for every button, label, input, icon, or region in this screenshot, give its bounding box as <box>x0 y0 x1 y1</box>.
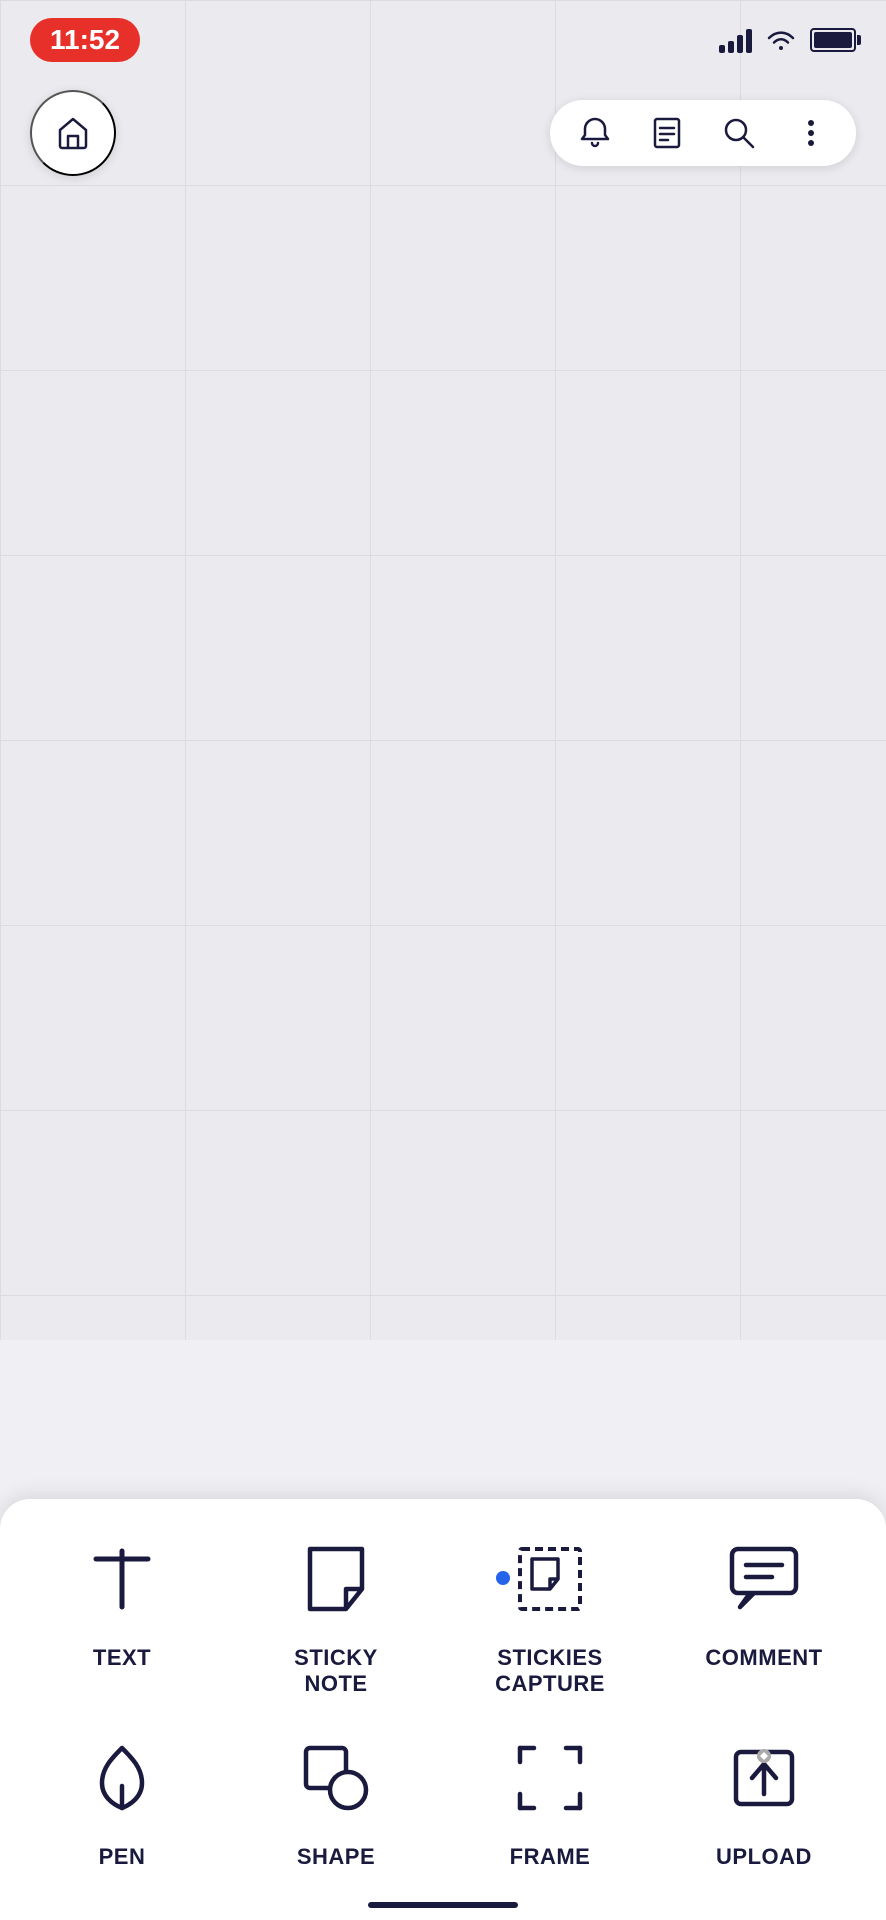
text-icon <box>72 1529 172 1629</box>
signal-icon <box>719 27 752 53</box>
comment-tool[interactable]: COMMENT <box>662 1529 866 1698</box>
notes-button[interactable] <box>646 112 688 154</box>
bottom-toolbar: TEXT STICKYNOTE <box>0 1499 886 1920</box>
stickies-capture-label: STICKIESCAPTURE <box>495 1645 605 1698</box>
shape-icon <box>286 1728 386 1828</box>
pen-icon <box>72 1728 172 1828</box>
upload-label: UPLOAD <box>716 1844 812 1870</box>
stickies-capture-tool[interactable]: STICKIESCAPTURE <box>448 1529 652 1698</box>
home-indicator <box>368 1902 518 1908</box>
text-label: TEXT <box>93 1645 151 1671</box>
battery-icon <box>810 28 856 52</box>
stickies-capture-icon <box>500 1529 600 1629</box>
bell-button[interactable] <box>574 112 616 154</box>
pen-tool[interactable]: PEN <box>20 1728 224 1870</box>
notes-icon <box>649 115 685 151</box>
frame-label: FRAME <box>510 1844 591 1870</box>
pen-label: PEN <box>99 1844 146 1870</box>
blue-dot <box>496 1571 510 1585</box>
time-display: 11:52 <box>30 18 140 62</box>
comment-label: COMMENT <box>705 1645 822 1671</box>
upload-tool[interactable]: UPLOAD <box>662 1728 866 1870</box>
bell-icon <box>577 115 613 151</box>
comment-icon <box>714 1529 814 1629</box>
more-icon <box>793 115 829 151</box>
home-icon <box>54 114 92 152</box>
frame-icon <box>500 1728 600 1828</box>
top-nav <box>0 90 886 176</box>
more-button[interactable] <box>790 112 832 154</box>
toolbar-grid: TEXT STICKYNOTE <box>20 1529 866 1870</box>
upload-icon <box>714 1728 814 1828</box>
frame-tool[interactable]: FRAME <box>448 1728 652 1870</box>
sticky-note-label: STICKYNOTE <box>294 1645 378 1698</box>
nav-pills <box>550 100 856 166</box>
search-button[interactable] <box>718 112 760 154</box>
sticky-note-icon <box>286 1529 386 1629</box>
status-bar: 11:52 <box>0 0 886 80</box>
shape-tool[interactable]: SHAPE <box>234 1728 438 1870</box>
shape-label: SHAPE <box>297 1844 375 1870</box>
sticky-note-tool[interactable]: STICKYNOTE <box>234 1529 438 1698</box>
home-button[interactable] <box>30 90 116 176</box>
status-icons <box>719 27 856 53</box>
search-icon <box>721 115 757 151</box>
canvas-area[interactable] <box>0 0 886 1340</box>
wifi-icon <box>766 28 796 52</box>
text-tool[interactable]: TEXT <box>20 1529 224 1698</box>
